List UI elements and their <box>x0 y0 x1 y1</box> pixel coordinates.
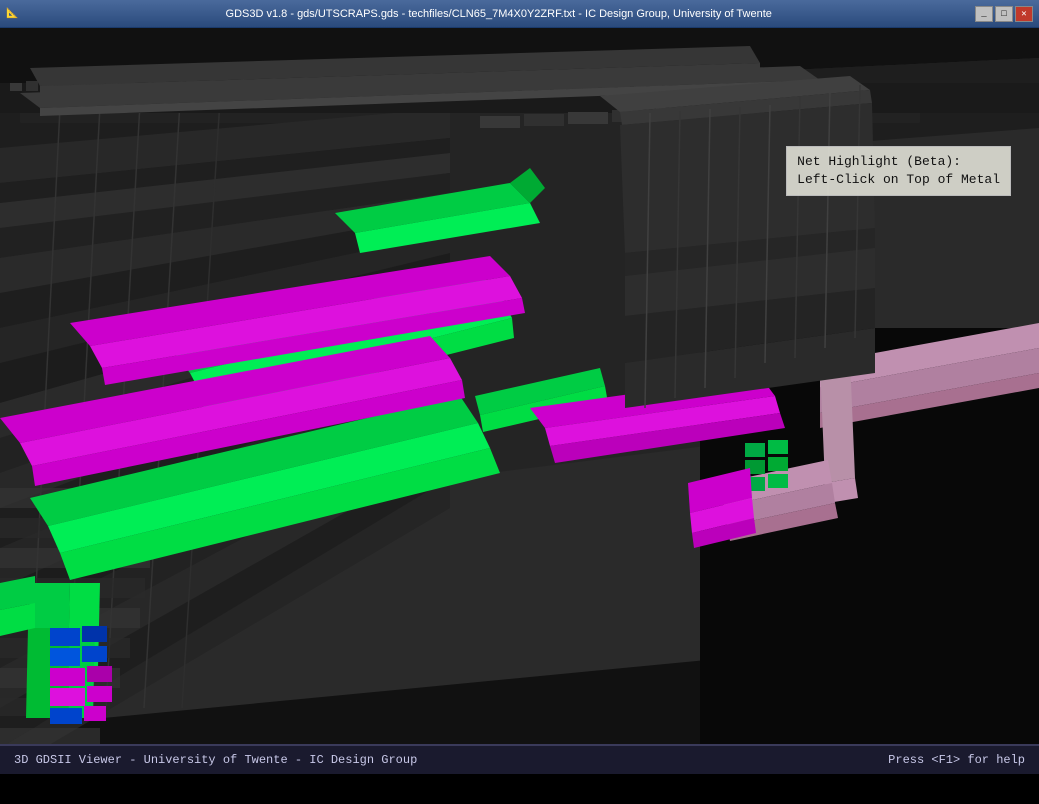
maximize-button[interactable]: □ <box>995 6 1013 22</box>
scene-area[interactable]: Net Highlight (Beta): Left-Click on Top … <box>0 28 1039 774</box>
window-title: GDS3D v1.8 - gds/UTSCRAPS.gds - techfile… <box>22 8 975 20</box>
3d-viewport[interactable]: Net Highlight (Beta): Left-Click on Top … <box>0 28 1039 774</box>
window-controls[interactable]: _ □ ✕ <box>975 6 1033 22</box>
tooltip-line2: Left-Click on Top of Metal <box>797 171 1000 189</box>
status-left-text: 3D GDSII Viewer - University of Twente -… <box>14 753 417 767</box>
net-highlight-tooltip: Net Highlight (Beta): Left-Click on Top … <box>786 146 1011 196</box>
scene-svg <box>0 28 1039 774</box>
tooltip-line1: Net Highlight (Beta): <box>797 153 1000 171</box>
status-bar: 3D GDSII Viewer - University of Twente -… <box>0 744 1039 774</box>
app-icon: 📐 <box>6 8 18 20</box>
minimize-button[interactable]: _ <box>975 6 993 22</box>
status-right-text: Press <F1> for help <box>888 753 1025 767</box>
title-bar: 📐 GDS3D v1.8 - gds/UTSCRAPS.gds - techfi… <box>0 0 1039 28</box>
close-button[interactable]: ✕ <box>1015 6 1033 22</box>
